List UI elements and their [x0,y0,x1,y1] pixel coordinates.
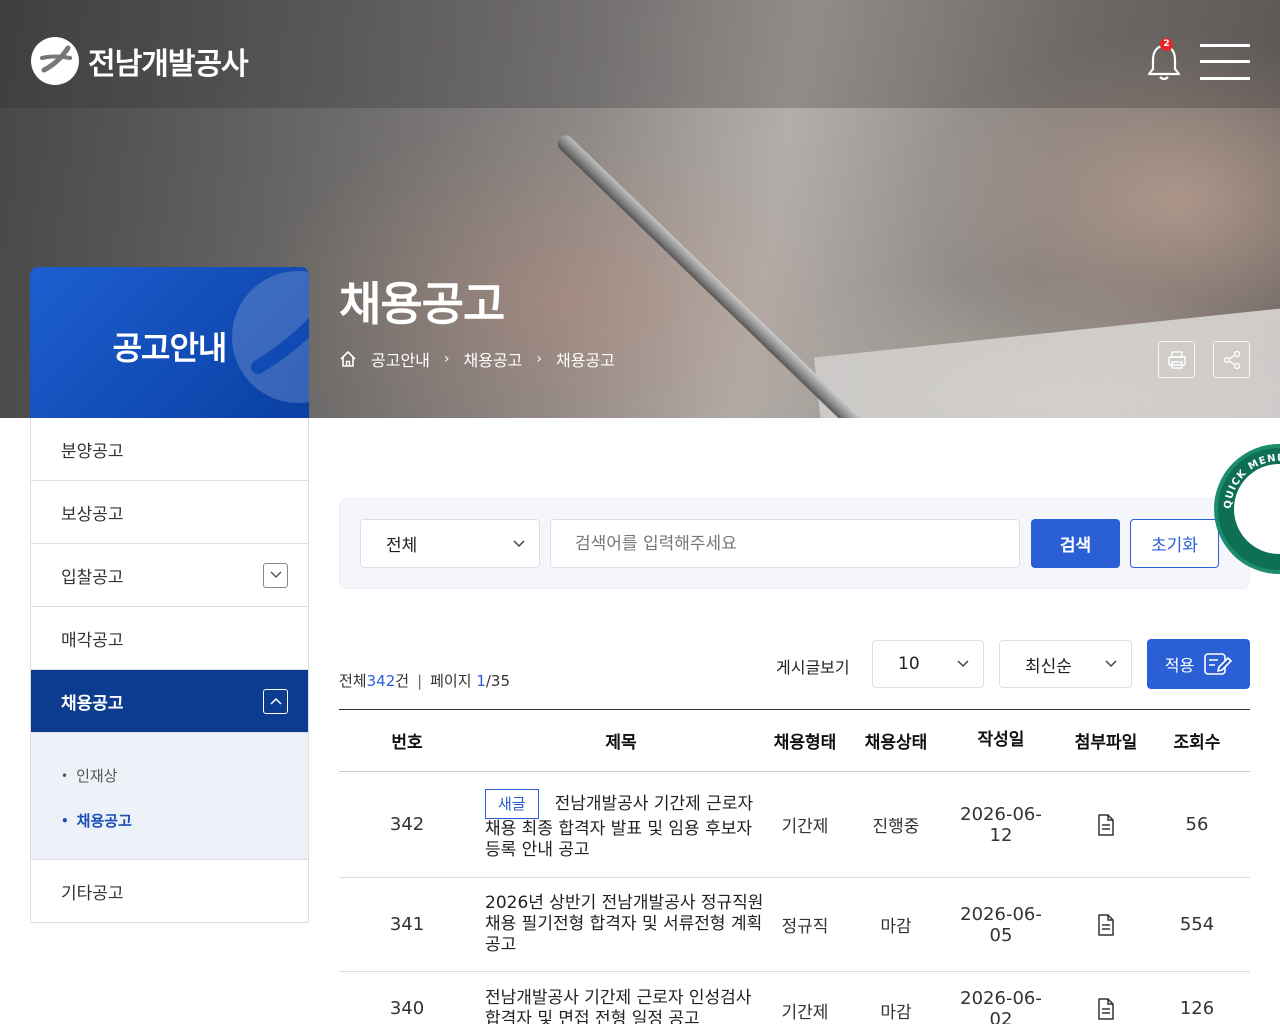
sidebar-nav: 분양공고 보상공고 입찰공고 매각공고 채용공고 인재상 채용공고 기타공고 [30,418,309,923]
home-icon[interactable] [339,350,357,368]
table-row[interactable]: 342 새글 전남개발공사 기간제 근로자 채용 최종 합격자 발표 및 임용 후… [339,772,1250,878]
table-row[interactable]: 341 2026년 상반기 전남개발공사 정규직원 채용 필기전형 합격자 및 … [339,878,1250,972]
sidebar-item-sale[interactable]: 분양공고 [31,418,308,481]
hamburger-menu-button[interactable] [1200,44,1250,80]
search-input[interactable] [550,519,1020,568]
chevron-right-icon: › [536,351,542,367]
table-row[interactable]: 340 전남개발공사 기간제 근로자 인성검사 합격자 및 면접 전형 일정 공… [339,972,1250,1024]
page-size-select[interactable]: 10 [872,640,984,688]
print-button[interactable] [1158,341,1195,378]
sidebar-item-bid[interactable]: 입찰공고 [31,544,308,607]
brand-name: 전남개발공사 [88,47,249,82]
chevron-down-icon [1105,660,1117,668]
new-badge: 새글 [485,788,539,819]
breadcrumb-item[interactable]: 채용공고 [464,347,523,371]
sidebar-item-compensation[interactable]: 보상공고 [31,481,308,544]
breadcrumb-item[interactable]: 공고안내 [371,347,430,371]
chevron-down-icon[interactable] [263,562,288,588]
result-count: 전체342건 | 페이지 1/35 [339,672,510,690]
recruit-table: 번호 제목 채용형태 채용상태 작성일 첨부파일 조회수 342 새글 전남개발공… [339,709,1250,1024]
sidebar-item-disposal[interactable]: 매각공고 [31,607,308,670]
view-count-label: 게시글보기 [776,658,850,677]
quick-menu-button[interactable]: QUICK MENU SERVICE [1214,444,1280,574]
page-title: 채용공고 [339,277,505,331]
apply-button[interactable]: 적용 [1147,639,1250,689]
table-header: 번호 제목 채용형태 채용상태 작성일 첨부파일 조회수 [339,710,1250,772]
sort-select[interactable]: 최신순 [999,640,1132,688]
attachment-file-icon[interactable] [1053,913,1159,936]
post-title-link[interactable]: 2026년 상반기 전남개발공사 정규직원 채용 필기전형 합격자 및 서류전형… [475,893,767,956]
reset-button[interactable]: 초기화 [1130,519,1219,568]
post-title-link[interactable]: 전남개발공사 기간제 근로자 인성검사 합격자 및 면접 전형 일정 공고 [475,988,767,1024]
sidebar-item-other[interactable]: 기타공고 [31,860,308,923]
site-logo[interactable]: 전남개발공사 [30,36,249,86]
sidebar-subitem-talent[interactable]: 인재상 [61,753,308,798]
search-button[interactable]: 검색 [1031,519,1120,568]
chevron-up-icon[interactable] [263,688,288,714]
sidebar-subitem-recruit[interactable]: 채용공고 [61,798,308,843]
sidebar-item-recruit[interactable]: 채용공고 [31,670,308,733]
share-button[interactable] [1213,341,1250,378]
search-category-select[interactable]: 전체 [360,519,540,568]
attachment-file-icon[interactable] [1053,813,1159,836]
post-title-link[interactable]: 새글 전남개발공사 기간제 근로자 채용 최종 합격자 발표 및 임용 후보자 등… [475,788,767,861]
chevron-down-icon [513,539,525,547]
sidebar-submenu: 인재상 채용공고 [31,733,308,860]
chevron-down-icon [957,660,969,668]
notification-badge: 2 [1160,38,1173,51]
sidebar-header: 공고안내 [30,267,309,418]
svg-text:QUICK MENU SERVICE: QUICK MENU SERVICE [1223,453,1280,509]
attachment-file-icon[interactable] [1053,988,1159,1020]
sidebar-title: 공고안내 [112,329,228,367]
print-icon [1167,350,1186,369]
edit-icon [1204,653,1233,675]
chevron-right-icon: › [443,351,450,367]
breadcrumb-item: 채용공고 [556,351,615,370]
brand-logo-icon [31,37,79,85]
share-icon [1223,350,1240,369]
quick-menu-label: QUICK MENU SERVICE [1223,453,1280,509]
breadcrumb: 공고안내 › 채용공고 › 채용공고 [339,347,615,371]
